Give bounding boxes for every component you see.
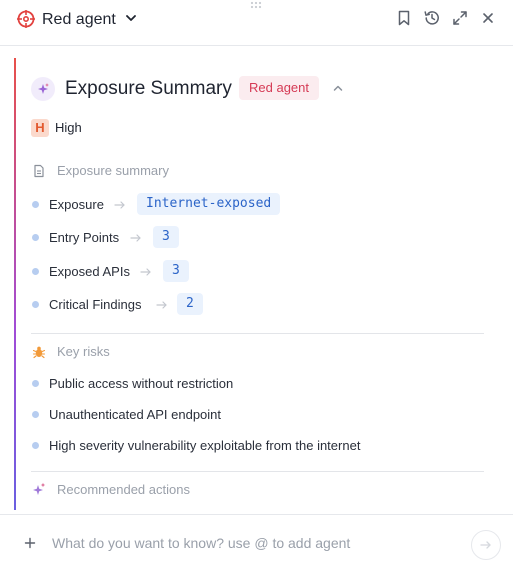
bullet-icon bbox=[32, 380, 39, 387]
document-icon bbox=[34, 164, 44, 178]
chevron-up-icon[interactable] bbox=[332, 82, 344, 94]
arrow-right-icon bbox=[114, 201, 125, 209]
exposure-value-chip: Internet-exposed bbox=[137, 193, 281, 215]
exposure-row-label: Exposure bbox=[49, 197, 104, 212]
drag-handle-icon[interactable] bbox=[249, 1, 265, 11]
severity-badge: H bbox=[31, 119, 49, 137]
bullet-icon bbox=[32, 301, 39, 308]
bookmark-icon bbox=[398, 10, 410, 26]
agent-tag: Red agent bbox=[239, 76, 319, 100]
ai-sparkle-badge bbox=[31, 77, 55, 101]
exposed-apis-value-chip: 3 bbox=[163, 260, 189, 282]
chat-input[interactable] bbox=[52, 533, 452, 553]
bookmark-button[interactable] bbox=[395, 9, 413, 27]
exposed-apis-row-label: Exposed APIs bbox=[49, 264, 130, 279]
risk-item: Public access without restriction bbox=[49, 376, 234, 391]
severity-label: High bbox=[55, 120, 82, 135]
panel-header: Red agent bbox=[0, 0, 513, 46]
history-button[interactable] bbox=[423, 9, 441, 27]
entry-points-value-chip: 3 bbox=[153, 226, 179, 248]
key-risks-section-label: Key risks bbox=[57, 344, 110, 359]
expand-icon bbox=[453, 11, 467, 25]
chat-composer bbox=[0, 514, 513, 563]
section-divider bbox=[31, 333, 484, 334]
arrow-right-icon bbox=[156, 301, 167, 309]
plus-icon[interactable] bbox=[24, 537, 36, 549]
entry-points-row-label: Entry Points bbox=[49, 230, 120, 245]
risk-item: Unauthenticated API endpoint bbox=[49, 407, 222, 422]
expand-button[interactable] bbox=[451, 9, 469, 27]
close-icon bbox=[483, 13, 493, 23]
bug-icon bbox=[32, 346, 46, 359]
bullet-icon bbox=[32, 234, 39, 241]
agent-selector-label[interactable]: Red agent bbox=[42, 10, 116, 30]
summary-title: Exposure Summary bbox=[65, 78, 232, 99]
risk-item: High severity vulnerability exploitable … bbox=[49, 438, 361, 453]
bullet-icon bbox=[32, 442, 39, 449]
critical-findings-value-chip: 2 bbox=[177, 293, 203, 315]
sparkle-icon bbox=[33, 482, 46, 495]
bullet-icon bbox=[32, 201, 39, 208]
bullet-icon bbox=[32, 268, 39, 275]
sparkle-icon bbox=[38, 83, 49, 94]
arrow-right-icon bbox=[480, 541, 491, 549]
critical-findings-row-label: Critical Findings bbox=[49, 297, 142, 312]
exposure-section-label: Exposure summary bbox=[57, 163, 169, 178]
arrow-right-icon bbox=[140, 268, 151, 276]
chevron-down-icon[interactable] bbox=[124, 11, 138, 25]
recommended-actions-section-label: Recommended actions bbox=[57, 482, 190, 497]
agent-accent-bar bbox=[14, 58, 16, 510]
crosshair-icon bbox=[17, 10, 35, 28]
send-button[interactable] bbox=[471, 530, 501, 560]
section-divider bbox=[31, 471, 484, 472]
close-button[interactable] bbox=[479, 9, 497, 27]
arrow-right-icon bbox=[130, 234, 141, 242]
bullet-icon bbox=[32, 411, 39, 418]
history-icon bbox=[424, 11, 439, 25]
